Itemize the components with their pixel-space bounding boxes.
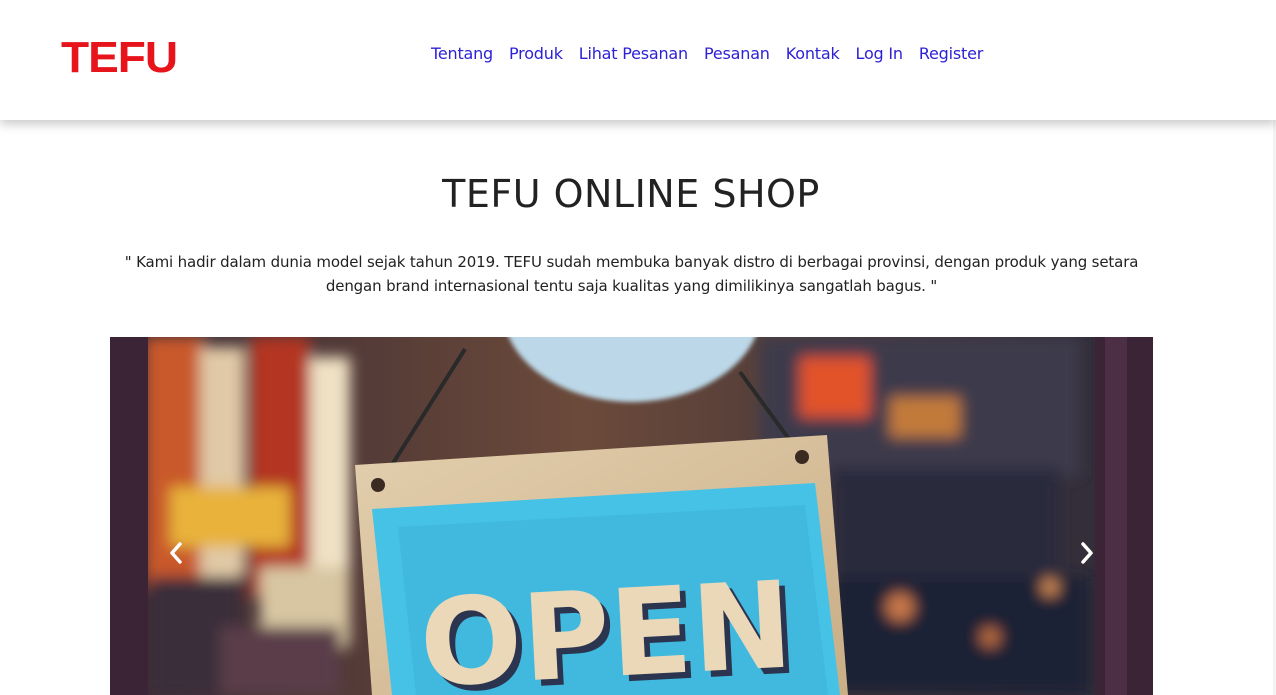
nav-link-lihat-pesanan[interactable]: Lihat Pesanan — [579, 44, 688, 63]
nav-item-produk: Produk — [509, 44, 563, 64]
nav-item-lihat-pesanan: Lihat Pesanan — [579, 44, 688, 64]
nav-item-kontak: Kontak — [786, 44, 840, 64]
nav-item-tentang: Tentang — [431, 44, 493, 64]
nav-item-login: Log In — [856, 44, 904, 64]
carousel-next-button[interactable] — [1067, 537, 1107, 569]
nav-link-kontak[interactable]: Kontak — [786, 44, 840, 63]
nav-link-login[interactable]: Log In — [856, 44, 904, 63]
brand-logo[interactable]: TEFU — [61, 35, 178, 79]
nav-item-register: Register — [919, 44, 983, 64]
image-carousel: OPEN OPEN — [110, 337, 1153, 695]
open-sign-text-highlight: OPEN — [417, 556, 796, 695]
nav-link-tentang[interactable]: Tentang — [431, 44, 493, 63]
navbar: TEFU Tentang Produk Lihat Pesanan Pesana… — [0, 0, 1276, 120]
chevron-right-icon — [1081, 542, 1093, 564]
chevron-left-icon — [170, 542, 182, 564]
hero-description: " Kami hadir dalam dunia model sejak tah… — [124, 253, 1139, 295]
nav-link-pesanan[interactable]: Pesanan — [704, 44, 770, 63]
carousel-prev-button[interactable] — [156, 537, 196, 569]
nav-item-pesanan: Pesanan — [704, 44, 770, 64]
nav-link-register[interactable]: Register — [919, 44, 983, 63]
hero-title: TEFU ONLINE SHOP — [442, 172, 820, 216]
nav-menu: Tentang Produk Lihat Pesanan Pesanan Kon… — [431, 44, 999, 64]
carousel-slide-image: OPEN OPEN — [110, 337, 1153, 695]
nav-link-produk[interactable]: Produk — [509, 44, 563, 63]
